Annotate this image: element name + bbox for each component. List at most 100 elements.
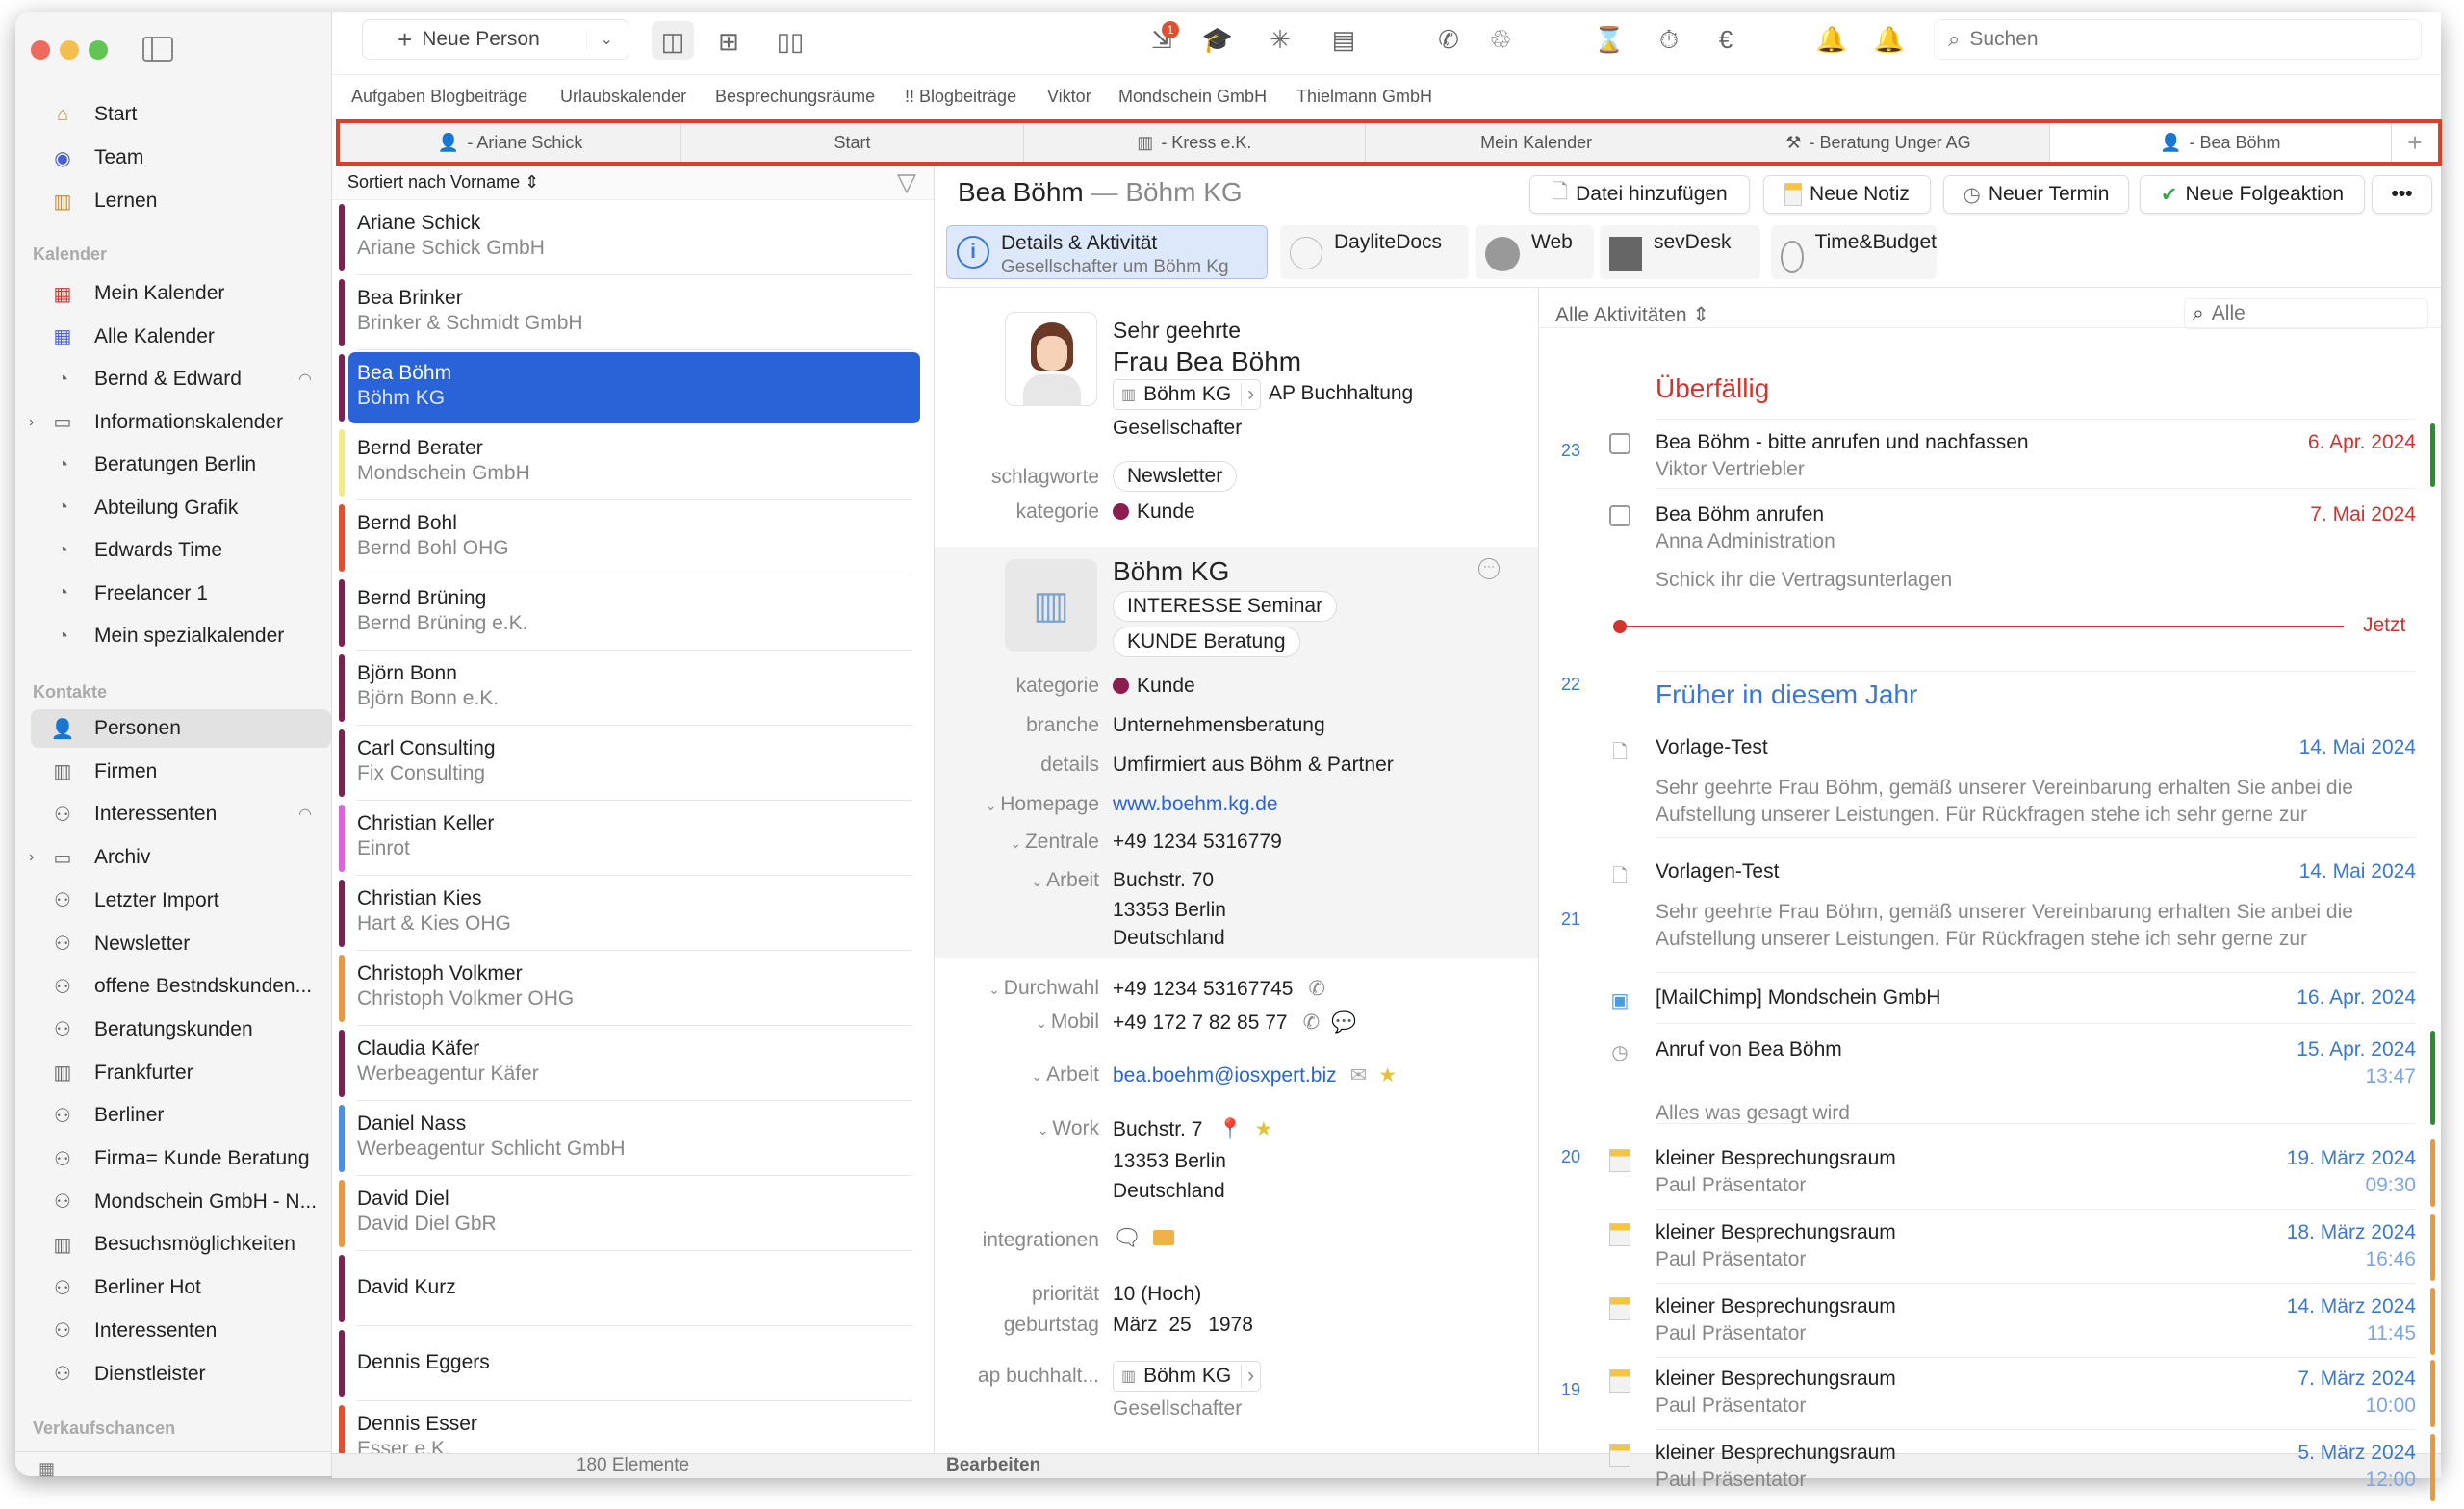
table-view-icon[interactable]: ⊞: [711, 27, 746, 57]
tag-chip[interactable]: INTERESSE Seminar: [1113, 591, 1338, 622]
folder-icon[interactable]: [1153, 1230, 1175, 1245]
search-input[interactable]: [1969, 28, 2355, 51]
phone-icon[interactable]: ✆: [1303, 1011, 1321, 1034]
euro-icon[interactable]: €: [1708, 25, 1743, 55]
activity-item[interactable]: kleiner Besprechungsraum Paul Präsentator…: [1656, 1221, 2416, 1271]
contact-row[interactable]: Carl Consulting Fix Consulting: [332, 726, 934, 801]
activity-item[interactable]: kleiner Besprechungsraum Paul Präsentator…: [1656, 1442, 2416, 1492]
sidebar-item-mein-kalender[interactable]: ▦ Mein Kalender: [31, 274, 331, 313]
minimize-window-button[interactable]: [60, 40, 79, 60]
activity-item[interactable]: Bea Böhm anrufen Anna Administration Schic…: [1656, 503, 2416, 592]
contact-row[interactable]: Christian Kies Hart & Kies OHG: [332, 876, 934, 951]
tab-daylitedocs[interactable]: DayliteDocs: [1280, 225, 1469, 279]
contact-row[interactable]: Claudia Käfer Werbeagentur Käfer: [332, 1026, 934, 1101]
close-window-button[interactable]: [31, 40, 50, 60]
sidebar-item-team[interactable]: ◉ Team: [31, 139, 331, 177]
activity-item[interactable]: Bea Böhm - bitte anrufen und nachfassen V…: [1656, 431, 2416, 481]
tab-mein-kalender[interactable]: Mein Kalender: [1366, 123, 1708, 162]
company-link-chip[interactable]: ▥ Böhm KG ›: [1113, 379, 1262, 410]
phone-value[interactable]: +49 1234 53167745 ✆: [1113, 977, 1325, 1001]
contact-row[interactable]: Ariane Schick Ariane Schick GmbH: [332, 200, 934, 275]
tag-chip[interactable]: KUNDE Beratung: [1113, 627, 1300, 657]
contact-row[interactable]: Bea Brinker Brinker & Schmidt GmbH: [332, 275, 934, 350]
activity-search-field[interactable]: ⌕: [2184, 298, 2428, 329]
new-followup-button[interactable]: ✔ Neue Folgeaktion: [2140, 175, 2365, 214]
activity-item[interactable]: kleiner Besprechungsraum Paul Präsentator…: [1656, 1368, 2416, 1418]
zoom-window-button[interactable]: [89, 40, 108, 60]
envelope-icon[interactable]: ✉: [1350, 1064, 1368, 1087]
contact-row[interactable]: Daniel Nass Werbeagentur Schlicht GmbH: [332, 1101, 934, 1176]
sidebar-item-firmen[interactable]: ▥ Firmen: [31, 753, 331, 791]
sidebar-item-start[interactable]: ⌂ Start: [31, 95, 331, 134]
sidebar-item-beratungskunden[interactable]: ⚇ Beratungskunden: [31, 1010, 331, 1049]
expand-chevron-icon[interactable]: ›: [29, 849, 34, 866]
favorite-item[interactable]: Aufgaben Blogbeiträge: [351, 87, 527, 107]
activity-filter-dropdown[interactable]: Alle Aktivitäten ⇕: [1555, 303, 1709, 327]
sidebar-item-berliner-hot[interactable]: ⚇ Berliner Hot: [31, 1268, 331, 1307]
calendar-mini-icon[interactable]: ▦: [38, 1459, 55, 1479]
edit-button[interactable]: Bearbeiten: [946, 1455, 1040, 1476]
sidebar-item-interessenten[interactable]: ⚇ Interessenten ◠: [31, 795, 331, 833]
favorite-item[interactable]: Mondschein GmbH: [1118, 87, 1267, 107]
timer-icon[interactable]: ⏱: [1652, 25, 1686, 56]
graduation-cap-icon[interactable]: 🎓: [1200, 25, 1235, 55]
contact-row[interactable]: David Diel David Diel GbR: [332, 1176, 934, 1251]
activity-item[interactable]: Anruf von Bea Böhm Alles was gesagt wird 1…: [1656, 1038, 2416, 1125]
search-field[interactable]: ⌕: [1934, 19, 2422, 60]
sidebar-item-mondschein-gmbh-n-[interactable]: ⚇ Mondschein GmbH - N...: [31, 1183, 331, 1221]
inbox-icon[interactable]: ⇲ 1: [1144, 21, 1179, 55]
favorite-item[interactable]: Thielmann GmbH: [1296, 87, 1432, 107]
new-person-button[interactable]: + Neue Person ⌄: [362, 19, 629, 60]
contact-row[interactable]: Bea Böhm Böhm KG: [332, 350, 934, 425]
activity-item[interactable]: Vorlage-Test Sehr geehrte Frau Böhm, gemä…: [1656, 736, 2416, 829]
sidebar-item-lernen[interactable]: ▥ Lernen: [31, 182, 331, 220]
sidebar-toggle-icon[interactable]: [142, 37, 173, 62]
tab-sevdesk[interactable]: sevDesk: [1600, 225, 1760, 279]
new-note-button[interactable]: Neue Notiz: [1763, 175, 1931, 214]
activity-item[interactable]: Vorlagen-Test Sehr geehrte Frau Böhm, gem…: [1656, 860, 2416, 953]
split-view-icon[interactable]: ◫: [652, 21, 694, 60]
activity-search-input[interactable]: [2211, 302, 2404, 325]
add-file-button[interactable]: 🗋 Datei hinzufügen: [1529, 175, 1750, 214]
mobile-value[interactable]: +49 172 7 82 85 77 ✆ 💬: [1113, 1010, 1356, 1035]
hourglass-icon[interactable]: ⌛: [1592, 25, 1627, 55]
tab-timebudget[interactable]: Time&Budget: [1771, 225, 1937, 279]
contact-row[interactable]: Björn Bonn Björn Bonn e.K.: [332, 651, 934, 726]
contact-row[interactable]: Dennis Eggers: [332, 1326, 934, 1401]
sidebar-item-besuchsmöglichkeiten[interactable]: ▥ Besuchsmöglichkeiten: [31, 1225, 331, 1264]
homepage-link[interactable]: www.boehm.kg.de: [1113, 793, 1278, 816]
tab-ariane-schick[interactable]: 👤 - Ariane Schick: [340, 123, 682, 162]
contact-row[interactable]: Christoph Volkmer Christoph Volkmer OHG: [332, 951, 934, 1026]
favorite-item[interactable]: Viktor: [1047, 87, 1091, 107]
task-checkbox-icon[interactable]: [1609, 433, 1630, 454]
activity-item[interactable]: kleiner Besprechungsraum Paul Präsentator…: [1656, 1295, 2416, 1345]
task-checkbox-icon[interactable]: [1609, 505, 1630, 526]
tab-kress-e-k[interactable]: ▥ - Kress e.K.: [1024, 123, 1366, 162]
sidebar-item-alle-kalender[interactable]: ▦ Alle Kalender: [31, 318, 331, 356]
tab-details-activity[interactable]: i Details & Aktivität Gesellschafter um B…: [946, 225, 1268, 279]
chart-view-icon[interactable]: ▯▯: [773, 27, 808, 57]
email-link[interactable]: bea.boehm@iosxpert.biz: [1113, 1064, 1337, 1087]
more-button[interactable]: •••: [2372, 175, 2432, 214]
chat-icon[interactable]: 🗨: [1113, 1225, 1142, 1251]
bell-icon[interactable]: 🔔: [1872, 25, 1907, 55]
favorite-item[interactable]: Besprechungsräume: [715, 87, 875, 107]
map-pin-icon[interactable]: 📍: [1218, 1118, 1243, 1140]
filter-icon[interactable]: ▽: [897, 167, 916, 197]
tab-web[interactable]: Web: [1476, 225, 1594, 279]
expand-chevron-icon[interactable]: ›: [29, 414, 34, 431]
contact-row[interactable]: David Kurz: [332, 1251, 934, 1326]
contact-row[interactable]: Christian Keller Einrot: [332, 801, 934, 876]
link-person-icon[interactable]: ♲: [1483, 25, 1518, 55]
sparkle-cursor-icon[interactable]: ✳: [1263, 25, 1297, 55]
sidebar-item-abteilung-grafik[interactable]: ◔ Abteilung Grafik: [31, 489, 331, 527]
contact-row[interactable]: Bernd Bohl Bernd Bohl OHG: [332, 500, 934, 575]
layout-icon[interactable]: ▤: [1326, 25, 1361, 55]
tag-chip[interactable]: Newsletter: [1113, 461, 1238, 492]
activity-item[interactable]: [MailChimp] Mondschein GmbH 16. Apr. 2024: [1656, 986, 2416, 1010]
sidebar-item-firma-kunde-beratung[interactable]: ⚇ Firma= Kunde Beratung: [31, 1139, 331, 1178]
sidebar-item-dienstleister[interactable]: ⚇ Dienstleister: [31, 1355, 331, 1394]
sidebar-item-bernd-edward[interactable]: ◔ Bernd & Edward ◠: [31, 360, 331, 398]
phone-icon[interactable]: ✆: [1308, 978, 1325, 1000]
sidebar-item-archiv[interactable]: › ▭ Archiv: [29, 838, 331, 877]
